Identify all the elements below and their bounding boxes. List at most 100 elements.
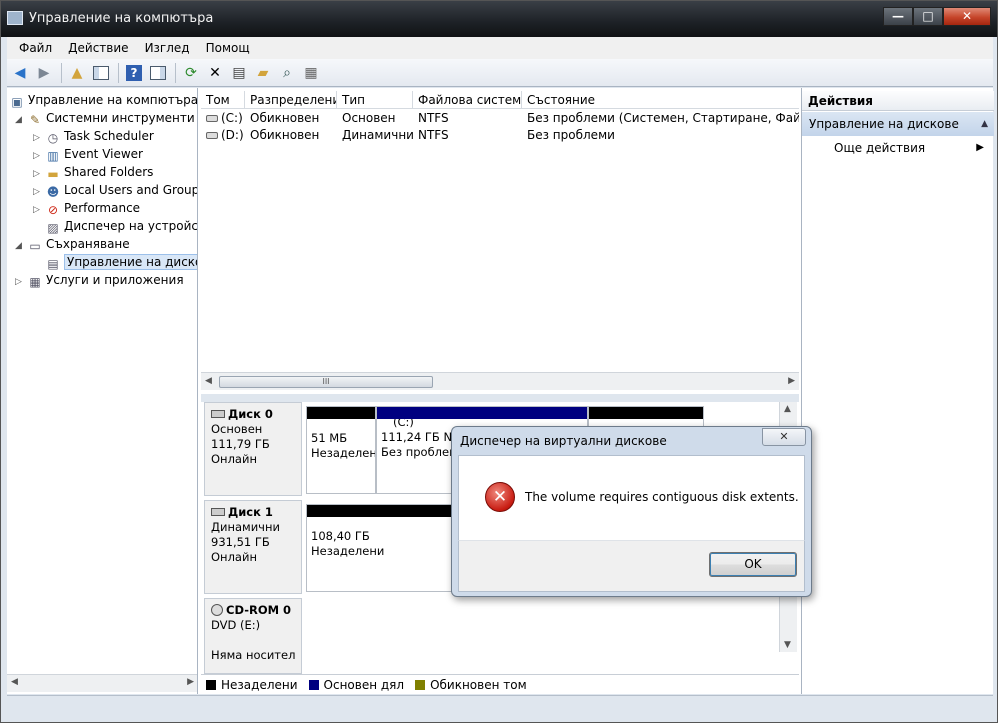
tree-item-device-manager[interactable]: ▨ Диспечер на устройст — [45, 217, 197, 235]
disk-0-label[interactable]: Диск 0 Основен 111,79 ГБ Онлайн — [204, 402, 302, 496]
menu-help[interactable]: Помощ — [198, 41, 258, 55]
scroll-left-icon[interactable]: ◀ — [11, 677, 18, 687]
dialog-body: ✕ The volume requires contiguous disk ex… — [458, 455, 805, 540]
main-window: Управление на компютъра — □ ✕ Файл Дейст… — [0, 0, 998, 723]
status-bar — [7, 695, 993, 719]
primary-partition-bar — [377, 407, 587, 419]
show-hide-action-pane-icon[interactable] — [147, 62, 169, 84]
actions-header: Действия — [802, 91, 994, 111]
unallocated-bar — [589, 407, 703, 419]
tree-item-services[interactable]: ▷ ▦ Услуги и приложения — [15, 271, 184, 289]
up-folder-icon[interactable]: ▲ — [66, 62, 88, 84]
disk-icon — [211, 410, 225, 418]
column-status[interactable]: Състояние — [522, 91, 799, 108]
tree-item-shared-folders[interactable]: ▷ ▬ Shared Folders — [33, 163, 153, 181]
disk-1-label[interactable]: Диск 1 Динамични 931,51 ГБ Онлайн — [204, 500, 302, 594]
actions-pane: Действия Управление на дискове ▲ Още дей… — [801, 88, 994, 694]
drive-icon — [206, 115, 218, 122]
menu-action[interactable]: Действие — [60, 41, 136, 55]
disk-management-icon: ▤ — [47, 257, 59, 271]
tree-item-performance[interactable]: ▷ ⊘ Performance — [33, 199, 140, 217]
more-actions-item[interactable]: Още действия ▶ — [802, 137, 994, 159]
navigation-tree: ▣ Управление на компютъра (л ◢ ✎ Системни и… — [7, 88, 198, 694]
volume-list-header: Том Разпределение Тип Файлова система Съ… — [201, 91, 799, 109]
disk-0-partition-unallocated[interactable]: 51 МБ Незаделен — [306, 406, 376, 494]
maximize-button[interactable]: □ — [913, 7, 943, 26]
tree-item-storage[interactable]: ◢ ▭ Съхраняване — [15, 235, 130, 253]
tree-item-local-users[interactable]: ▷ ☻ Local Users and Groups — [33, 181, 197, 199]
title-bar[interactable]: Управление на компютъра — □ ✕ — [1, 1, 997, 37]
column-type[interactable]: Тип — [337, 91, 413, 108]
close-button[interactable]: ✕ — [943, 7, 991, 26]
actions-section-disk-management[interactable]: Управление на дискове ▲ — [802, 112, 994, 136]
users-icon: ☻ — [46, 185, 60, 199]
expand-arrow-icon[interactable]: ▷ — [33, 201, 45, 219]
settings-icon[interactable]: ▦ — [300, 62, 322, 84]
dialog-message: The volume requires contiguous disk exte… — [525, 490, 799, 504]
storage-icon: ▭ — [29, 239, 41, 253]
column-volume[interactable]: Том — [201, 91, 245, 108]
menu-view[interactable]: Изглед — [137, 41, 198, 55]
table-row[interactable]: (C:) Обикновен Основен NTFS Без проблеми… — [201, 110, 799, 127]
window-title: Управление на компютъра — [29, 11, 214, 26]
legend-primary: Основен дял — [308, 678, 404, 692]
tools-icon: ✎ — [29, 113, 41, 127]
disk-icon — [211, 508, 225, 516]
properties-icon[interactable]: ▤ — [228, 62, 250, 84]
search-icon[interactable]: ⌕ — [276, 62, 298, 84]
cdrom-0-label[interactable]: CD-ROM 0 DVD (E:) Няма носител — [204, 598, 302, 674]
event-viewer-icon: ▥ — [47, 149, 59, 163]
help-icon[interactable]: ? — [123, 62, 145, 84]
list-horizontal-scrollbar[interactable]: ◀ III ▶ — [201, 372, 799, 390]
expand-arrow-icon[interactable]: ▷ — [15, 273, 27, 291]
collapse-up-icon[interactable]: ▲ — [981, 112, 988, 136]
scroll-down-icon[interactable]: ▼ — [784, 640, 791, 650]
back-icon[interactable]: ◀ — [9, 62, 31, 84]
disk-legend: Незаделени Основен дял Обикновен том — [201, 674, 799, 694]
performance-icon: ⊘ — [47, 203, 59, 217]
ok-button[interactable]: OK — [709, 552, 797, 577]
scroll-right-icon[interactable]: ▶ — [788, 376, 795, 386]
computer-icon: ▣ — [11, 95, 23, 109]
menu-bar: Файл Действие Изглед Помощ — [7, 37, 993, 59]
legend-simple: Обикновен том — [415, 678, 527, 692]
tree-item-root[interactable]: ▣ Управление на компютъра (л — [9, 91, 197, 109]
legend-unallocated: Незаделени — [206, 678, 298, 692]
forward-icon[interactable]: ▶ — [33, 62, 55, 84]
refresh-icon[interactable]: ⟳ — [180, 62, 202, 84]
dialog-footer: OK — [458, 540, 805, 592]
menu-file[interactable]: Файл — [11, 41, 60, 55]
column-file-system[interactable]: Файлова система — [413, 91, 522, 108]
unallocated-bar — [307, 407, 375, 419]
simple-swatch — [415, 679, 426, 690]
tree-item-task-scheduler[interactable]: ▷ ◷ Task Scheduler — [33, 127, 154, 145]
scroll-left-icon[interactable]: ◀ — [205, 376, 212, 386]
cdrom-icon — [211, 604, 223, 616]
delete-icon[interactable]: ✕ — [204, 62, 226, 84]
tree-item-system-tools[interactable]: ◢ ✎ Системни инструменти — [15, 109, 195, 127]
open-folder-icon[interactable]: ▰ — [252, 62, 274, 84]
services-icon: ▦ — [29, 275, 41, 289]
clock-icon: ◷ — [47, 131, 59, 145]
tree-horizontal-scrollbar[interactable]: ◀ ▶ — [7, 674, 197, 692]
minimize-button[interactable]: — — [883, 7, 913, 26]
scroll-right-icon[interactable]: ▶ — [187, 677, 194, 687]
show-hide-tree-icon[interactable] — [90, 62, 112, 84]
computer-management-icon — [7, 11, 23, 25]
column-layout[interactable]: Разпределение — [245, 91, 337, 108]
toolbar: ◀ ▶ ▲ ? ⟳ ✕ ▤ ▰ ⌕ ▦ — [7, 59, 993, 87]
tree-item-disk-management[interactable]: ▤ Управление на дисков — [45, 253, 197, 271]
shared-folder-icon: ▬ — [47, 167, 59, 181]
tree-item-event-viewer[interactable]: ▷ ▥ Event Viewer — [33, 145, 143, 163]
unallocated-swatch — [206, 679, 216, 690]
submenu-arrow-icon: ▶ — [976, 142, 984, 153]
scroll-thumb[interactable]: III — [219, 376, 433, 388]
collapse-arrow-icon[interactable]: ◢ — [15, 111, 27, 129]
volume-list-pane: Том Разпределение Тип Файлова система Съ… — [201, 88, 799, 694]
pane-splitter[interactable] — [201, 394, 799, 402]
dialog-close-button[interactable]: ✕ — [762, 428, 806, 446]
scroll-up-icon[interactable]: ▲ — [784, 404, 791, 414]
error-icon: ✕ — [485, 482, 515, 512]
table-row[interactable]: (D:) Обикновен Динамични NTFS Без пробле… — [201, 127, 799, 144]
collapse-arrow-icon[interactable]: ◢ — [15, 237, 27, 255]
